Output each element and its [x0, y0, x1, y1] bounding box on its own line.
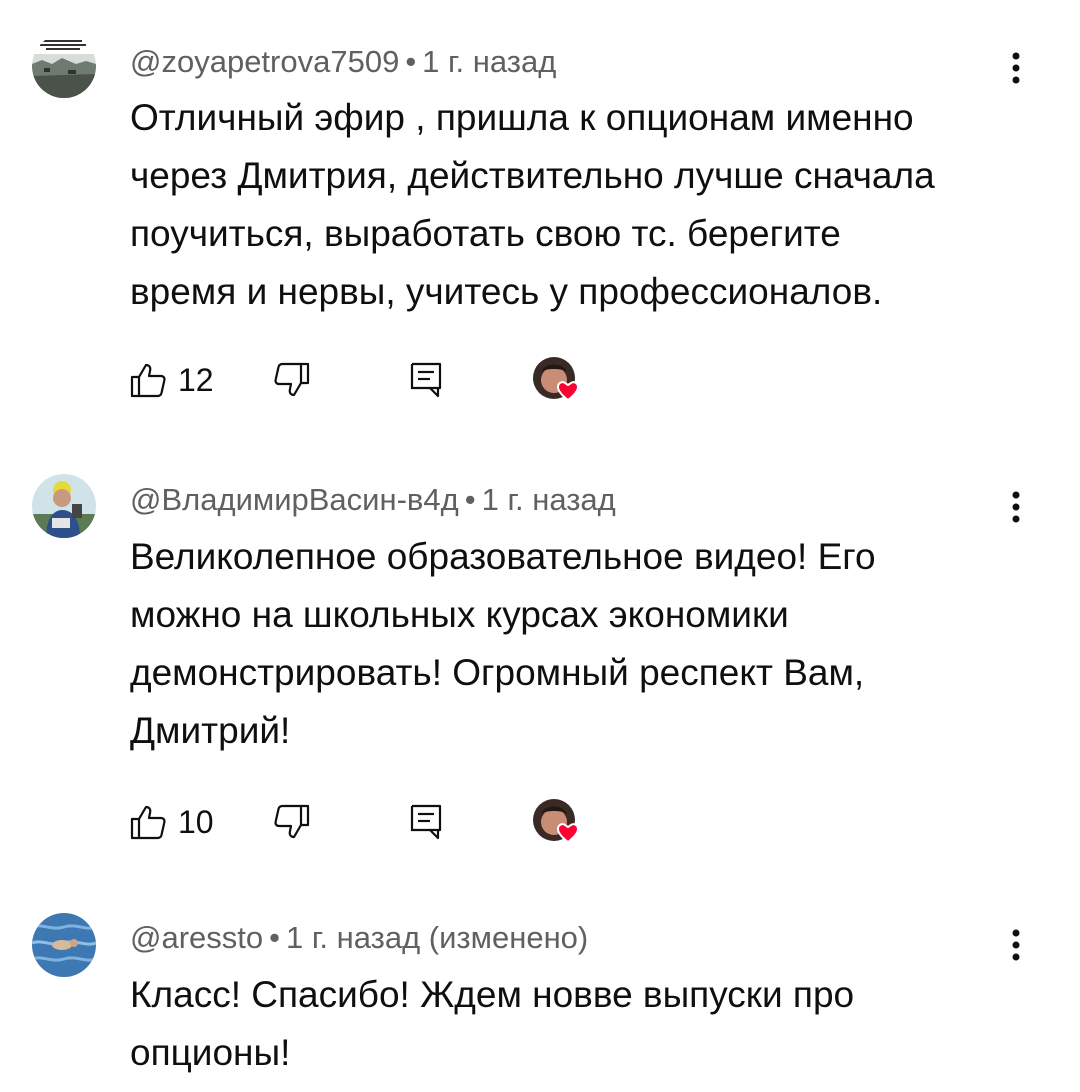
reply-icon: [410, 804, 442, 840]
more-options-button[interactable]: [1000, 925, 1032, 965]
creator-heart-icon: [533, 357, 580, 402]
thumbs-up-icon: [130, 363, 166, 398]
reply-button[interactable]: [408, 798, 444, 846]
comment-meta: @aressto • 1 г. назад (изменено): [130, 918, 588, 958]
comment-time: 1 г. назад: [286, 920, 421, 955]
comment-line: опционы!: [130, 1032, 291, 1073]
creator-heart-icon: [533, 799, 580, 844]
comment-text: Великолепное образовательное видео! Его …: [130, 528, 1030, 760]
like-button[interactable]: 12: [128, 356, 214, 404]
reply-icon: [410, 362, 442, 398]
more-options-button[interactable]: [1000, 487, 1032, 527]
like-count: 12: [178, 361, 214, 398]
comment-line: Великолепное образовательное видео! Его: [130, 536, 876, 577]
comment-time: 1 г. назад: [422, 44, 557, 79]
author-handle[interactable]: @ВладимирВасин-в4д: [130, 482, 459, 517]
thumbs-down-icon: [274, 362, 310, 397]
landscape-avatar-icon: [32, 34, 96, 98]
more-options-button[interactable]: [1000, 48, 1032, 88]
comment-line: время и нервы, учитесь у профессионалов.: [130, 271, 883, 312]
dislike-button[interactable]: [272, 798, 312, 846]
comment-time: 1 г. назад: [481, 482, 616, 517]
water-avatar-icon: [32, 913, 96, 977]
author-handle[interactable]: @aressto: [130, 920, 263, 955]
creator-heart-badge: [532, 356, 590, 414]
comment-meta: @ВладимирВасин-в4д • 1 г. назад: [130, 480, 616, 520]
comment-line: Дмитрий!: [130, 710, 291, 751]
creator-heart-badge: [532, 798, 590, 856]
edited-label: (изменено): [428, 920, 589, 955]
person-avatar-icon: [32, 474, 96, 538]
reply-button[interactable]: [408, 356, 444, 404]
author-handle[interactable]: @zoyapetrova7509: [130, 44, 399, 79]
comment-line: через Дмитрия, действительно лучше снача…: [130, 155, 935, 196]
kebab-menu-icon: [1012, 491, 1020, 523]
author-avatar[interactable]: [32, 474, 96, 538]
meta-separator: •: [405, 44, 417, 79]
comment-text: Класс! Спасибо! Ждем новве выпуски про о…: [130, 966, 1030, 1082]
like-count: 10: [178, 803, 214, 840]
meta-separator: •: [269, 920, 280, 955]
meta-separator: •: [464, 482, 476, 517]
comment-meta: @zoyapetrova7509 • 1 г. назад: [130, 42, 556, 82]
thumbs-up-icon: [130, 805, 166, 840]
comment-line: демонстрировать! Огромный респект Вам,: [130, 652, 865, 693]
comment-actions: 10: [0, 798, 1080, 858]
dislike-button[interactable]: [272, 356, 312, 404]
like-button[interactable]: 10: [128, 798, 214, 846]
kebab-menu-icon: [1012, 929, 1020, 961]
author-avatar[interactable]: [32, 34, 96, 98]
comment-line: Класс! Спасибо! Ждем новве выпуски про: [130, 974, 855, 1015]
thumbs-down-icon: [274, 804, 310, 839]
kebab-menu-icon: [1012, 52, 1020, 84]
comment-line: поучиться, выработать свою тс. берегите: [130, 213, 841, 254]
comment-line: Отличный эфир , пришла к опционам именно: [130, 97, 914, 138]
comment-text: Отличный эфир , пришла к опционам именно…: [130, 89, 1030, 321]
comment-line: можно на школьных курсах экономики: [130, 594, 789, 635]
comment-actions: 12: [0, 356, 1080, 416]
author-avatar[interactable]: [32, 913, 96, 977]
